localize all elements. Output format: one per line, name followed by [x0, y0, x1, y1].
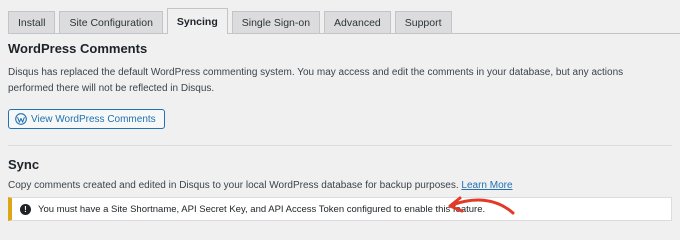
warning-notice: ! You must have a Site Shortname, API Se…: [8, 197, 672, 221]
warning-notice-text: You must have a Site Shortname, API Secr…: [38, 203, 486, 215]
wordpress-comments-description: Disqus has replaced the default WordPres…: [8, 67, 624, 94]
tab-single-sign-on[interactable]: Single Sign-on: [231, 11, 321, 33]
view-wordpress-comments-button[interactable]: View WordPress Comments: [8, 109, 165, 129]
tab-support[interactable]: Support: [394, 11, 452, 33]
wordpress-comments-heading: WordPress Comments: [8, 41, 148, 56]
tab-syncing[interactable]: Syncing: [166, 8, 228, 34]
tab-install[interactable]: Install: [8, 11, 56, 33]
tab-site-configuration[interactable]: Site Configuration: [59, 11, 163, 33]
settings-tabs: Install Site Configuration Syncing Singl…: [8, 8, 680, 34]
sync-description-text: Copy comments created and edited in Disq…: [8, 180, 459, 191]
sync-description: Copy comments created and edited in Disq…: [8, 178, 658, 194]
tab-advanced[interactable]: Advanced: [324, 11, 391, 33]
red-arrow-annotation: [448, 196, 515, 215]
view-wordpress-comments-label: View WordPress Comments: [31, 113, 156, 125]
sync-heading: Sync: [8, 157, 40, 172]
section-divider: [8, 145, 672, 146]
wordpress-logo-icon: [15, 113, 27, 125]
exclamation-circle-icon: !: [20, 203, 31, 215]
